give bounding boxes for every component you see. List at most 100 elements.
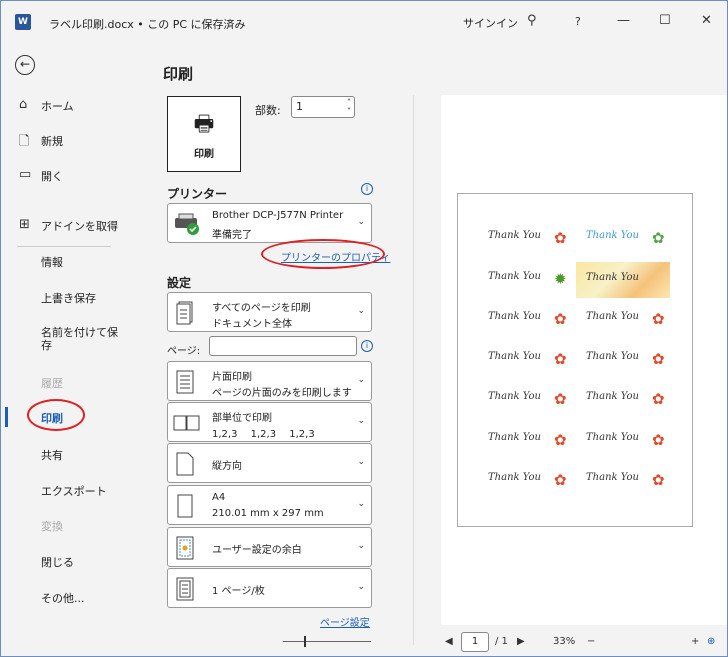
sidebar-item-export[interactable]: エクスポート — [1, 474, 127, 504]
one-sided-icon — [176, 370, 194, 394]
label-cell: Thank You ✿ — [586, 229, 672, 250]
sidebar-item-home[interactable]: ⌂ ホーム — [1, 89, 127, 119]
printer-dropdown[interactable]: Brother DCP-J577N Printer 準備完了 ⌄ — [167, 203, 372, 243]
portrait-icon — [176, 452, 194, 476]
collate-dropdown[interactable]: 部単位で印刷 1,2,3 1,2,3 1,2,3 ⌄ — [167, 402, 372, 442]
back-arrow-icon[interactable]: ← — [15, 55, 35, 75]
chevron-down-icon: ⌄ — [357, 541, 365, 551]
next-page-icon[interactable]: ▶ — [517, 636, 525, 647]
backstage-sidebar: ← ⌂ ホーム 🗋 新規 ▭ 開く ⊞ アドインを取得 情報 上書き保存 名前を… — [1, 45, 127, 656]
flower-icon: ✿ — [554, 229, 567, 247]
sidebar-item-new[interactable]: 🗋 新規 — [1, 124, 127, 154]
printer-status: 準備完了 — [212, 230, 252, 241]
sides-dropdown[interactable]: 片面印刷 ページの片面のみを印刷します ⌄ — [167, 361, 372, 401]
chevron-down-icon: ⌄ — [357, 582, 365, 592]
flower-icon: ✿ — [554, 350, 567, 368]
zoom-to-page-icon[interactable]: ⊕ — [707, 636, 715, 647]
label-cell: Thank You ✿ — [488, 390, 574, 411]
zoom-out-button[interactable]: − — [587, 636, 595, 647]
spin-arrows-icon[interactable]: ˄ ˅ — [347, 98, 351, 116]
margins-dropdown[interactable]: ユーザー設定の余白 ⌄ — [167, 527, 372, 567]
coauthor-icon[interactable]: ⚲ — [527, 13, 537, 28]
minimize-icon[interactable]: — — [617, 13, 630, 28]
label-text: Thank You — [488, 391, 541, 402]
printer-name: Brother DCP-J577N Printer — [212, 210, 344, 221]
signin-button[interactable]: サインイン — [463, 15, 518, 31]
print-range-dropdown[interactable]: すべてのページを印刷 ドキュメント全体 ⌄ — [167, 292, 372, 332]
copies-stepper[interactable]: 1 ˄ ˅ — [291, 96, 355, 118]
label-cell: Thank You ✿ — [586, 431, 672, 452]
sidebar-item-label: 上書き保存 — [41, 292, 96, 305]
zoom-slider-thumb[interactable] — [304, 636, 306, 647]
orientation-dropdown[interactable]: 縦方向 ⌄ — [167, 443, 372, 483]
chevron-down-icon: ⌄ — [357, 416, 365, 426]
sidebar-item-label: 新規 — [41, 135, 63, 148]
copies-label: 部数: — [255, 104, 281, 117]
printer-info-icon[interactable]: i — [361, 183, 373, 195]
sidebar-item-label: 名前を付けて保存 — [41, 326, 118, 352]
sidebar-item-info[interactable]: 情報 — [1, 245, 127, 275]
paper-size-dropdown[interactable]: A4 210.01 mm x 297 mm ⌄ — [167, 485, 372, 525]
pages-input[interactable] — [209, 336, 357, 356]
setting-line2: 210.01 mm x 297 mm — [212, 508, 324, 519]
label-cell: Thank You ✿ — [586, 390, 672, 411]
collate-icon — [173, 411, 201, 435]
sidebar-item-close[interactable]: 閉じる — [1, 545, 127, 575]
chevron-down-icon: ⌄ — [357, 499, 365, 509]
addins-icon: ⊞ — [19, 217, 30, 232]
flower-icon: ✿ — [554, 471, 567, 489]
pages-per-sheet-dropdown[interactable]: 1 ページ/枚 ⌄ — [167, 568, 372, 608]
label-cell: Thank You ✿ — [488, 310, 574, 331]
label-cell: Thank You ✿ — [586, 350, 672, 371]
setting-line2: ページの片面のみを印刷します — [212, 388, 352, 399]
printer-icon: 🖶 — [193, 112, 215, 137]
settings-header: 設定 — [167, 276, 192, 290]
sidebar-item-save-as[interactable]: 名前を付けて保存 — [1, 317, 127, 357]
sidebar-item-label: 変換 — [41, 520, 63, 533]
window-title: ラベル印刷.docx • この PC に保存済み — [49, 18, 246, 31]
chevron-down-icon: ⌄ — [357, 457, 365, 467]
label-cell: Thank You ✿ — [488, 471, 574, 492]
sidebar-item-label: 開く — [41, 170, 63, 183]
setting-line1: 片面印刷 — [212, 372, 252, 383]
zoom-level[interactable]: 33% — [553, 636, 575, 647]
sidebar-item-open[interactable]: ▭ 開く — [1, 159, 127, 189]
page-setup-link[interactable]: ページ設定 — [320, 614, 370, 629]
zoom-in-button[interactable]: + — [691, 636, 699, 647]
setting-line1: A4 — [212, 492, 226, 503]
pages-info-icon[interactable]: i — [361, 340, 373, 352]
print-button[interactable]: 🖶 印刷 — [167, 96, 241, 172]
sidebar-item-label: 情報 — [41, 256, 63, 269]
label-cell-highlighted: Thank You — [576, 262, 670, 298]
maximize-icon[interactable]: ☐ — [659, 13, 671, 28]
label-text: Thank You — [488, 230, 541, 241]
sidebar-item-label: アドインを取得 — [41, 220, 118, 233]
sidebar-item-label: エクスポート — [41, 485, 107, 498]
label-text: Thank You — [586, 230, 639, 241]
flower-icon: ✿ — [652, 310, 665, 328]
sidebar-item-addins[interactable]: ⊞ アドインを取得 — [1, 209, 127, 239]
flower-icon: ✿ — [554, 431, 567, 449]
sidebar-item-label: ホーム — [41, 100, 74, 113]
word-app-icon: W — [15, 14, 31, 30]
setting-line1: 1 ページ/枚 — [212, 586, 265, 597]
sidebar-item-save[interactable]: 上書き保存 — [1, 281, 127, 311]
sidebar-item-label: 共有 — [41, 449, 63, 462]
label-cell: Thank You ✹ — [488, 270, 574, 291]
help-button[interactable]: ? — [575, 15, 581, 28]
label-text: Thank You — [488, 351, 541, 362]
current-page-input[interactable]: 1 — [461, 632, 489, 652]
preview-status-bar: ◀ 1 / 1 ▶ 33% − + ⊕ — [441, 629, 727, 655]
label-text: Thank You — [586, 472, 639, 483]
label-text: Thank You — [488, 432, 541, 443]
prev-page-icon[interactable]: ◀ — [445, 636, 453, 647]
sidebar-item-more[interactable]: その他... — [1, 581, 127, 611]
print-pane: 印刷 🖶 印刷 部数: 1 ˄ ˅ プリンター i Brother DCP-J57… — [127, 45, 727, 656]
close-icon[interactable]: ✕ — [701, 13, 712, 28]
sidebar-item-share[interactable]: 共有 — [1, 438, 127, 468]
zoom-slider[interactable] — [283, 641, 371, 642]
setting-line1: ユーザー設定の余白 — [212, 545, 302, 556]
printer-header: プリンター — [167, 187, 228, 201]
label-text: Thank You — [586, 432, 639, 443]
flower-icon: ✿ — [652, 431, 665, 449]
